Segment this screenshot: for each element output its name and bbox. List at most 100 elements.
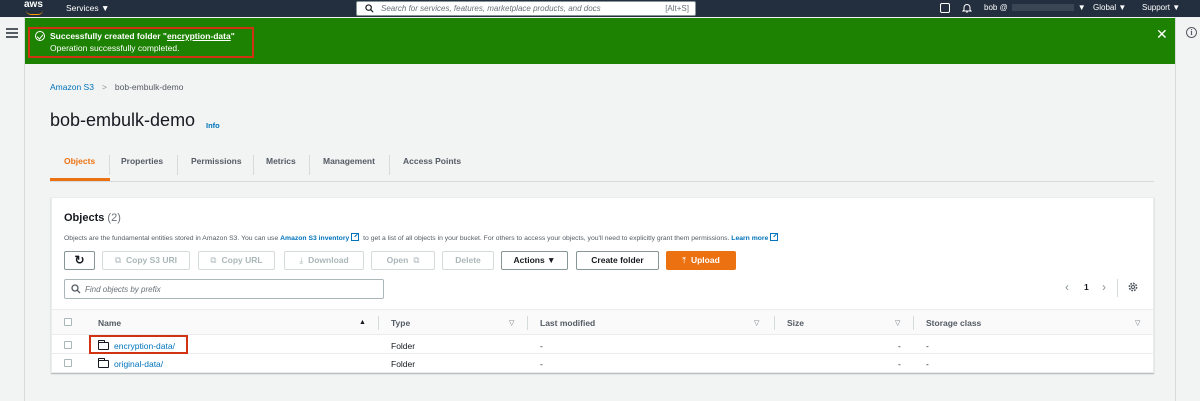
- objects-panel: Objects (2) Objects are the fundamental …: [51, 197, 1154, 373]
- object-name-link[interactable]: original-data/: [114, 359, 163, 369]
- actions-dropdown[interactable]: Actions ▼: [501, 251, 568, 270]
- next-page-icon[interactable]: ›: [1102, 280, 1106, 294]
- download-icon: ⤓: [299, 255, 304, 265]
- pager-divider: [1117, 279, 1118, 297]
- table-header: Name ▲ Type ▽ Last modified ▽ Size ▽ Sto…: [52, 309, 1153, 335]
- desc-text-2: to get a list of all objects in your buc…: [363, 235, 730, 242]
- tab-divider: [309, 155, 310, 175]
- copy-icon: ⧉: [210, 255, 217, 265]
- search-shortcut: [Alt+S]: [665, 4, 689, 13]
- create-folder-button[interactable]: Create folder: [576, 251, 659, 270]
- object-type: Folder: [391, 359, 416, 369]
- tab-divider: [109, 155, 110, 175]
- prev-page-icon[interactable]: ‹: [1065, 280, 1069, 294]
- aws-logo-text: aws: [24, 0, 43, 10]
- external-link-icon: [770, 233, 779, 241]
- left-rail-divider: [24, 17, 25, 401]
- copy-url-button[interactable]: ⧉ Copy URL: [198, 251, 275, 270]
- account-name: bob @: [984, 3, 1008, 12]
- support-menu[interactable]: Support ▼: [1142, 3, 1180, 12]
- sort-icon[interactable]: ▽: [1135, 319, 1140, 327]
- sort-icon[interactable]: ▽: [754, 319, 759, 327]
- breadcrumb-amazon-s3[interactable]: Amazon S3: [50, 82, 94, 92]
- gear-icon[interactable]: [1127, 281, 1139, 293]
- table-row[interactable]: original-data/ Folder - - -: [52, 354, 1153, 372]
- download-label: Download: [308, 255, 349, 265]
- flash-folder-link[interactable]: encryption-data: [167, 31, 231, 41]
- account-caret: ▼: [1077, 3, 1086, 12]
- flash-title-prefix: Successfully created folder ": [50, 31, 167, 41]
- global-search-input[interactable]: Search for services, features, marketpla…: [356, 1, 696, 16]
- aws-logo[interactable]: aws: [24, 0, 46, 16]
- download-button[interactable]: ⤓ Download: [284, 251, 364, 270]
- open-label: Open: [386, 255, 409, 265]
- tab-metrics[interactable]: Metrics: [266, 156, 296, 176]
- object-storage-class: -: [926, 341, 929, 351]
- breadcrumb-current: bob-embulk-demo: [114, 82, 184, 92]
- page-title: bob-embulk-demo: [50, 110, 196, 130]
- tab-objects[interactable]: Objects: [64, 156, 95, 176]
- services-menu[interactable]: Services ▼: [66, 3, 109, 13]
- row-checkbox[interactable]: [64, 359, 72, 367]
- tabs-baseline: [50, 181, 1154, 182]
- sort-icon[interactable]: ▽: [895, 319, 900, 327]
- objects-count: (2): [107, 212, 121, 224]
- hamburger-menu-icon[interactable]: [6, 28, 18, 38]
- tab-divider: [177, 155, 178, 175]
- learn-more-link[interactable]: Learn more: [731, 235, 768, 242]
- select-all-checkbox[interactable]: [64, 318, 72, 326]
- object-name-link[interactable]: encryption-data/: [114, 341, 175, 351]
- objects-title: Objects: [64, 212, 105, 224]
- delete-button[interactable]: Delete: [442, 251, 494, 270]
- redacted-account-id: [1011, 4, 1074, 12]
- tab-permissions[interactable]: Permissions: [191, 156, 242, 176]
- sort-ascending-icon[interactable]: ▲: [359, 319, 366, 326]
- copy-s3-uri-label: Copy S3 URI: [126, 255, 178, 265]
- aws-smile-icon: [26, 10, 43, 15]
- object-storage-class: -: [926, 359, 929, 369]
- tab-divider: [389, 155, 390, 175]
- upload-label: Upload: [690, 255, 720, 265]
- object-size: -: [898, 341, 901, 351]
- info-panel-icon[interactable]: i: [1186, 27, 1197, 38]
- current-page-number[interactable]: 1: [1084, 282, 1089, 292]
- region-menu[interactable]: Global ▼: [1093, 3, 1126, 12]
- close-icon[interactable]: ✕: [1156, 27, 1168, 41]
- breadcrumb-separator: >: [101, 82, 107, 92]
- column-header-size[interactable]: Size: [787, 318, 804, 328]
- refresh-button[interactable]: ↻: [64, 251, 95, 270]
- copy-s3-uri-button[interactable]: ⧉ Copy S3 URI: [102, 251, 190, 270]
- find-objects-placeholder: Find objects by prefix: [85, 285, 161, 294]
- table-row[interactable]: encryption-data/ Folder - - -: [52, 336, 1153, 354]
- tab-access-points[interactable]: Access Points: [403, 156, 461, 176]
- tab-divider: [253, 155, 254, 175]
- flash-title: Successfully created folder "encryption-…: [50, 31, 235, 41]
- search-icon: [71, 284, 81, 294]
- desc-text-1: Objects are the fundamental entities sto…: [64, 235, 279, 242]
- copy-icon: ⧉: [114, 255, 122, 265]
- success-flash-banner: Successfully created folder "encryption-…: [25, 18, 1175, 64]
- row-checkbox[interactable]: [64, 341, 72, 349]
- column-header-type[interactable]: Type: [391, 318, 410, 328]
- info-link[interactable]: Info: [206, 121, 220, 130]
- external-link-icon: ⧉: [413, 255, 420, 265]
- upload-button[interactable]: ⤒ Upload: [666, 251, 736, 270]
- column-header-last-modified[interactable]: Last modified: [540, 318, 595, 328]
- cloudshell-icon[interactable]: [940, 3, 950, 13]
- s3-inventory-link[interactable]: Amazon S3 inventory: [280, 235, 349, 242]
- find-objects-input[interactable]: Find objects by prefix: [64, 279, 384, 299]
- flash-title-suffix: ": [230, 31, 235, 41]
- objects-heading: Objects (2): [64, 212, 121, 224]
- column-header-storage-class[interactable]: Storage class: [926, 318, 981, 328]
- tab-properties[interactable]: Properties: [121, 156, 163, 176]
- column-header-name[interactable]: Name: [98, 318, 121, 328]
- success-check-icon: [35, 31, 45, 41]
- folder-icon: [98, 340, 109, 350]
- bell-icon[interactable]: [962, 3, 972, 13]
- account-menu[interactable]: bob @ ▼: [984, 3, 1086, 12]
- sort-icon[interactable]: ▽: [509, 319, 514, 327]
- search-placeholder: Search for services, features, marketpla…: [381, 4, 601, 13]
- open-button[interactable]: Open ⧉: [371, 251, 435, 270]
- tab-management[interactable]: Management: [323, 156, 375, 176]
- right-rail-divider: [1175, 17, 1176, 401]
